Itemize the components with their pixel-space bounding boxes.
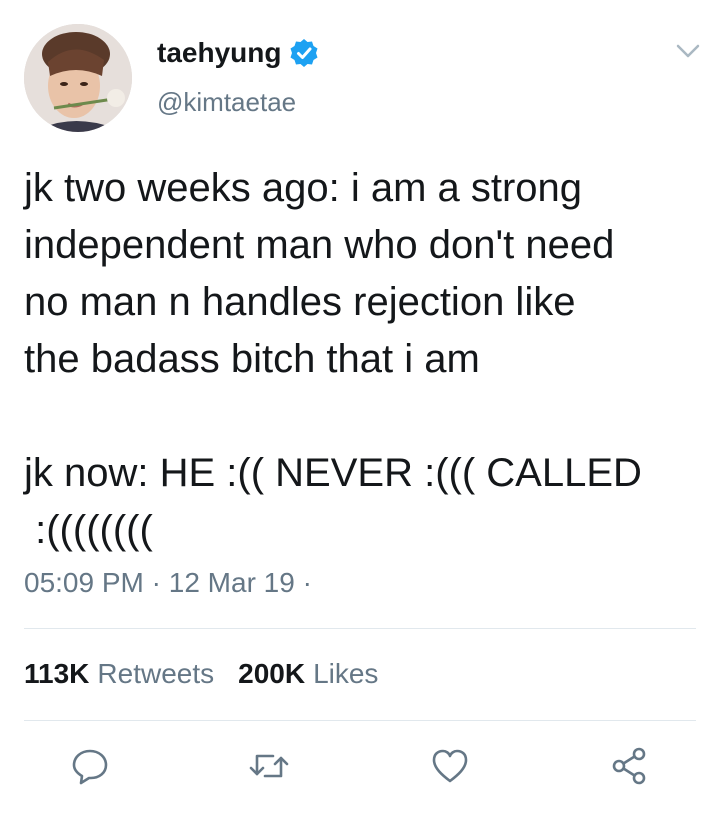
verified-badge-icon — [289, 38, 319, 68]
retweets-stat[interactable]: 113K Retweets — [24, 657, 214, 691]
display-name-text[interactable]: taehyung — [157, 36, 281, 70]
likes-stat[interactable]: 200K Likes — [238, 657, 378, 691]
share-button[interactable] — [605, 744, 653, 792]
meta-separator-2: · — [302, 567, 312, 598]
likes-label: Likes — [313, 658, 379, 689]
retweets-count: 113K — [24, 658, 90, 689]
tweet-text: jk two weeks ago: i am a strong independ… — [24, 166, 642, 552]
reply-button[interactable] — [66, 744, 114, 792]
retweet-icon — [247, 746, 291, 791]
reply-icon — [70, 746, 110, 791]
meta-separator: · — [151, 567, 161, 598]
chevron-down-icon[interactable] — [672, 40, 704, 64]
tweet-time: 05:09 PM — [24, 567, 144, 598]
retweet-button[interactable] — [245, 744, 293, 792]
likes-count: 200K — [238, 658, 306, 689]
engagement-stats: 113K Retweets 200K Likes — [24, 657, 402, 691]
heart-icon — [430, 746, 470, 791]
like-button[interactable] — [426, 744, 474, 792]
retweets-label: Retweets — [97, 658, 215, 689]
avatar[interactable] — [24, 24, 132, 132]
tweet-actions — [0, 744, 720, 792]
divider — [24, 720, 696, 721]
tweet-timestamp[interactable]: 05:09 PM · 12 Mar 19 · — [24, 566, 312, 600]
share-icon — [609, 746, 649, 791]
user-handle[interactable]: @kimtaetae — [157, 86, 296, 118]
display-name[interactable]: taehyung — [157, 36, 319, 70]
tweet-date: 12 Mar 19 — [168, 567, 295, 598]
divider — [24, 628, 696, 629]
